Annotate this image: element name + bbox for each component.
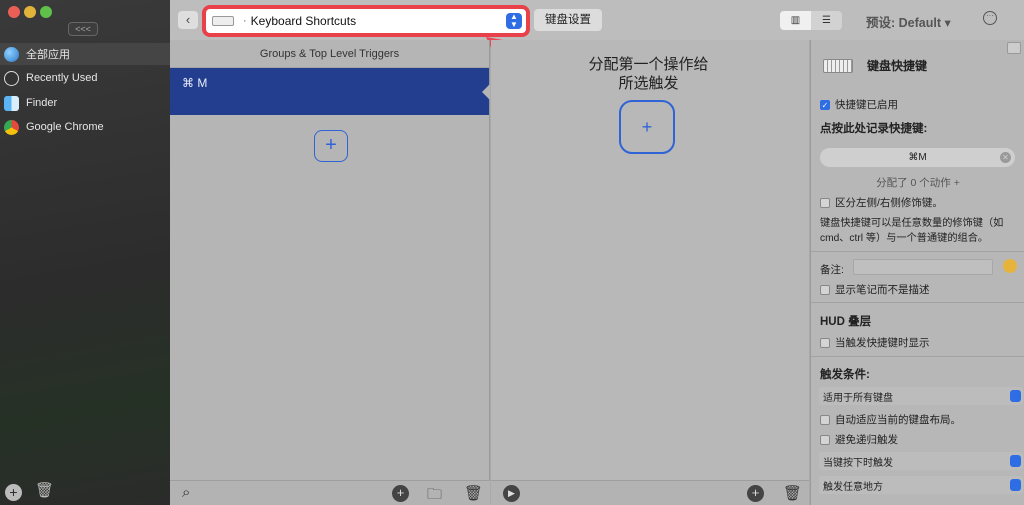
groups-panel: Groups & Top Level Triggers ⌘ M + [170,40,490,480]
actions-hint-line2: 所选触发 [618,75,679,92]
play-icon[interactable]: ▶ [503,485,520,502]
new-folder-icon[interactable]: 🗀 [427,484,442,505]
inspector-title: 键盘快捷键 [867,59,928,73]
keyboard-settings-button[interactable]: 键盘设置 [534,9,602,31]
sidebar-item-recently-used[interactable]: Recently Used [0,67,170,89]
shortcut-trigger-row[interactable]: ⌘ M [170,68,490,115]
groups-header: Groups & Top Level Triggers [170,40,489,68]
sidebar-item-label: 全部应用 [26,49,70,61]
shortcut-description: 键盘快捷键可以是任意数量的修饰键（如 cmd、ctrl 等）与一个普通键的组合。 [820,218,1004,244]
trash-icon[interactable]: 🗑 [464,484,483,502]
add-trigger-button[interactable]: + [314,130,348,162]
actions-bottom-bar: ▶ + 🗑 [491,480,809,505]
chevron-up-down-icon: ▲ ▼ [506,13,522,29]
chevron-up-down-icon [1010,479,1021,491]
trigger-type-select[interactable]: · Keyboard Shortcuts ▲ ▼ [206,9,526,33]
add-group-button[interactable]: + [392,485,409,502]
enabled-checkbox-row[interactable]: ✓ 快捷键已启用 [820,97,898,112]
distinguish-modifiers-row[interactable]: 区分左侧/右侧修饰键。 [820,195,943,210]
selection-notch [482,84,490,100]
zoom-window-button[interactable] [40,6,52,18]
hud-title: HUD 叠层 [820,316,872,328]
clear-icon[interactable]: ✕ [1000,152,1011,163]
avoid-recursive-label: 避免递归触发 [835,434,898,446]
conditions-title: 触发条件: [820,369,870,381]
auto-adapt-checkbox[interactable] [820,414,830,425]
chevron-up-down-icon [1010,455,1021,467]
inspector-panel: 键盘快捷键 ✓ 快捷键已启用 点按此处记录快捷键: ⌘M ✕ 分配了 0 个动作… [810,40,1024,505]
trash-icon[interactable]: 🗑 [35,481,54,499]
finder-icon [4,95,19,111]
key-press-value: 当键按下时触发 [823,457,893,469]
groups-bottom-bar: ⌕ + 🗀 🗑 [170,480,490,505]
avoid-recursive-row[interactable]: 避免递归触发 [820,432,898,447]
sidebar-item-label: Google Chrome [26,121,104,133]
add-action-button[interactable]: + [619,100,675,154]
add-action-bottom-button[interactable]: + [747,485,764,502]
add-app-button[interactable]: + [5,484,22,501]
show-notes-row[interactable]: 显示笔记而不是描述 [820,282,930,297]
avoid-recursive-checkbox[interactable] [820,434,830,445]
shortcut-recorder-field[interactable]: ⌘M ✕ [820,148,1015,167]
enabled-label: 快捷键已启用 [835,99,898,111]
sidebar-item-all-apps[interactable]: 全部应用 [0,43,170,65]
clock-icon [4,70,19,86]
trigger-anywhere-value: 触发任意地方 [823,481,883,493]
list-view-icon[interactable]: ☰ [811,11,842,30]
app-sidebar: <<< 全部应用 Recently Used Finder Google Chr… [0,0,170,505]
more-options-button[interactable]: ··· [983,11,997,25]
window-icon [1007,42,1021,54]
back-button[interactable]: ‹ [178,11,198,29]
actions-hint: 分配第一个操作给 所选触发 [491,55,806,93]
separator-dot: · [243,15,247,27]
notes-input[interactable] [853,259,993,275]
columns-view-icon[interactable]: ▥ [780,11,811,30]
search-icon[interactable]: ⌕ [182,484,190,501]
close-window-button[interactable] [8,6,20,18]
shortcut-value: ⌘M [908,152,927,163]
collapse-sidebar-button[interactable]: <<< [68,22,98,36]
sidebar-item-google-chrome[interactable]: Google Chrome [0,116,170,138]
auto-adapt-row[interactable]: 自动适应当前的键盘布局。 [820,412,961,427]
sidebar-item-label: Finder [26,97,58,109]
hud-label: 当触发快捷键时显示 [835,337,930,349]
hud-row[interactable]: 当触发快捷键时显示 [820,335,930,350]
chrome-icon [4,119,19,135]
distinguish-modifiers-checkbox[interactable] [820,197,830,208]
actions-panel: 分配第一个操作给 所选触发 + [491,40,809,480]
assigned-actions-label[interactable]: 分配了 0 个动作 + [811,175,1024,190]
record-shortcut-title: 点按此处记录快捷键: [820,123,928,135]
keyboard-condition-value: 适用于所有键盘 [823,392,893,404]
key-press-select[interactable]: 当键按下时触发 [819,452,1023,470]
divider [811,302,1024,303]
show-notes-checkbox[interactable] [820,284,830,295]
auto-adapt-label: 自动适应当前的键盘布局。 [835,414,961,426]
sidebar-item-label: Recently Used [26,72,98,84]
keyboard-condition-select[interactable]: 适用于所有键盘 [819,387,1023,405]
enabled-checkbox[interactable]: ✓ [820,99,830,110]
preset-dropdown[interactable]: 预设: Default ▾ [866,12,951,31]
globe-icon [4,46,19,62]
distinguish-modifiers-label: 区分左侧/右侧修饰键。 [835,197,943,209]
view-mode-toggle[interactable]: ▥ ☰ [780,11,842,30]
trash-icon[interactable]: 🗑 [783,484,802,502]
keyboard-icon [823,59,853,73]
keyboard-icon [212,16,234,26]
sidebar-item-finder[interactable]: Finder [0,92,170,114]
chevron-up-down-icon [1010,390,1021,402]
notes-label: 备注: [820,264,844,276]
show-notes-label: 显示笔记而不是描述 [835,284,930,296]
shortcut-label: ⌘ M [182,76,208,90]
toolbar: ‹ · Keyboard Shortcuts ▲ ▼ 键盘设置 ▥ ☰ 预设: D… [170,0,1024,40]
divider [811,251,1024,252]
hud-checkbox[interactable] [820,337,830,348]
trigger-anywhere-select[interactable]: 触发任意地方 [819,476,1023,494]
minimize-window-button[interactable] [24,6,36,18]
divider [811,356,1024,357]
actions-hint-line1: 分配第一个操作给 [588,56,709,73]
emoji-icon[interactable] [1003,259,1017,273]
trigger-type-label: Keyboard Shortcuts [250,14,357,28]
